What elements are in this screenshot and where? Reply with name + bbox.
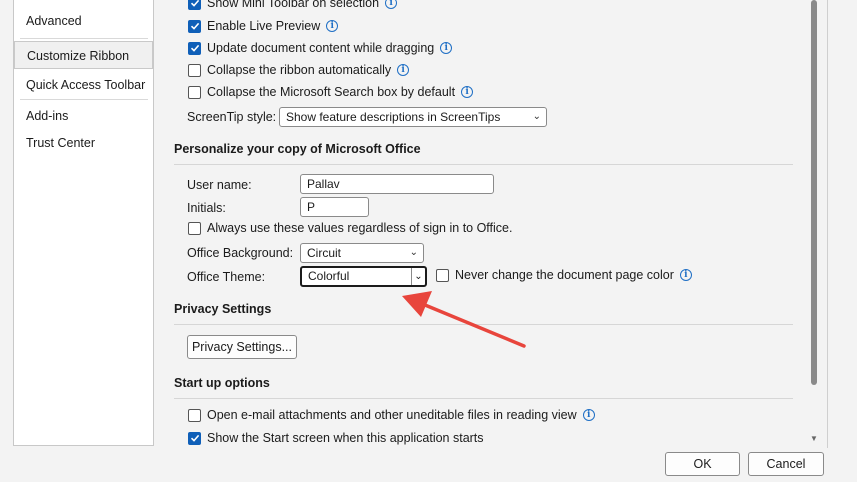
- annotation-arrow-icon: [402, 291, 526, 348]
